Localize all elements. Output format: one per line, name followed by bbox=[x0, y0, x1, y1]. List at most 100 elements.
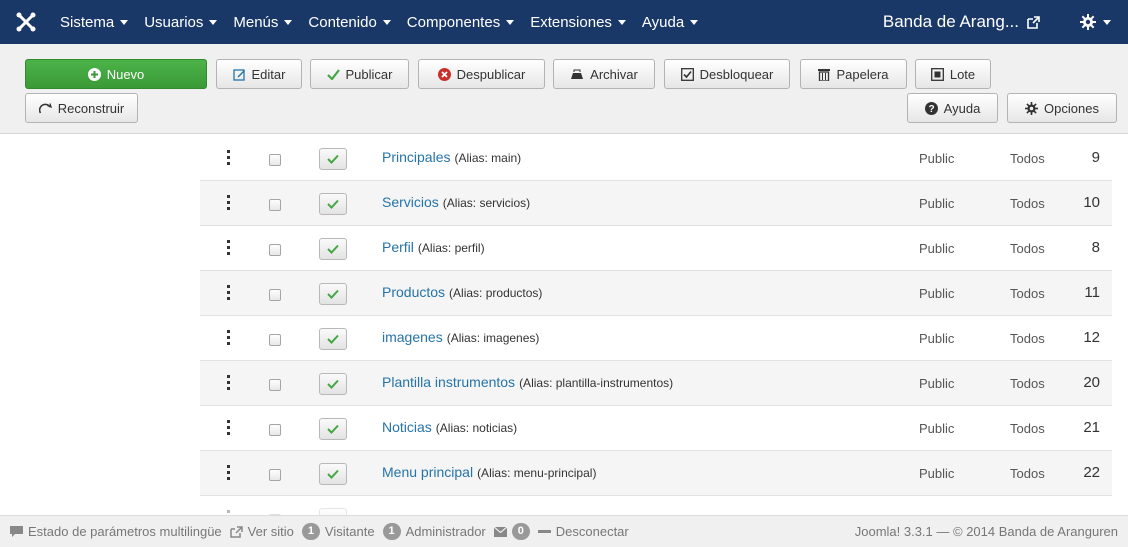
check-icon bbox=[327, 469, 339, 479]
external-link-icon bbox=[229, 525, 243, 538]
check-icon bbox=[327, 244, 339, 254]
publish-toggle[interactable] bbox=[319, 418, 347, 440]
editar-button[interactable]: Editar bbox=[216, 59, 302, 89]
menu-usuarios[interactable]: Usuarios bbox=[136, 14, 225, 31]
opciones-button[interactable]: Opciones bbox=[1007, 93, 1117, 123]
menu-title-link[interactable]: Perfil bbox=[382, 239, 414, 255]
publish-toggle[interactable] bbox=[319, 463, 347, 485]
drag-handle-icon[interactable] bbox=[227, 375, 231, 390]
site-link[interactable]: Banda de Arang... bbox=[883, 12, 1062, 32]
menu-id: 9 bbox=[1091, 149, 1100, 166]
menu-sistema[interactable]: Sistema bbox=[52, 14, 136, 31]
access-level: Public bbox=[919, 286, 955, 301]
language: Todos bbox=[1010, 196, 1045, 211]
access-level: Public bbox=[919, 241, 955, 256]
desbloquear-button[interactable]: Desbloquear bbox=[664, 59, 790, 89]
access-level: Public bbox=[919, 331, 955, 346]
menu-componentes[interactable]: Componentes bbox=[399, 14, 522, 31]
drag-handle-icon[interactable] bbox=[227, 285, 231, 300]
access-level: Public bbox=[919, 466, 955, 481]
main-menu: Sistema Usuarios Menús Contenido Compone… bbox=[52, 0, 706, 44]
toolbar: Nuevo Editar Publicar Despublicar Archiv… bbox=[0, 44, 1128, 134]
ayuda-button[interactable]: ? Ayuda bbox=[907, 93, 998, 123]
edit-icon bbox=[232, 68, 246, 81]
menu-id: 12 bbox=[1083, 329, 1100, 346]
menu-title: Servicios (Alias: servicios) bbox=[382, 194, 530, 210]
menu-ayuda[interactable]: Ayuda bbox=[634, 14, 706, 31]
user-settings-menu[interactable] bbox=[1062, 0, 1128, 44]
table-row: Servicios (Alias: servicios) Public Todos… bbox=[200, 181, 1112, 226]
publish-toggle[interactable] bbox=[319, 283, 347, 305]
drag-handle-icon[interactable] bbox=[227, 195, 231, 210]
logout-link[interactable]: Desconectar bbox=[537, 524, 629, 539]
publish-toggle[interactable] bbox=[319, 238, 347, 260]
menu-extensiones[interactable]: Extensiones bbox=[522, 14, 634, 31]
menu-title-link[interactable]: Productos bbox=[382, 284, 445, 300]
publish-toggle[interactable] bbox=[319, 373, 347, 395]
archivar-button[interactable]: Archivar bbox=[553, 59, 655, 89]
refresh-icon bbox=[38, 102, 52, 114]
row-checkbox[interactable] bbox=[269, 199, 281, 211]
publish-toggle[interactable] bbox=[319, 328, 347, 350]
menu-title-link[interactable]: Servicios bbox=[382, 194, 439, 210]
nav-right: Banda de Arang... bbox=[883, 0, 1128, 44]
menu-title-link[interactable]: Menu principal bbox=[382, 464, 473, 480]
menu-title-link[interactable]: imagenes bbox=[382, 329, 443, 345]
menu-title-link[interactable]: Noticias bbox=[382, 419, 432, 435]
row-checkbox[interactable] bbox=[269, 379, 281, 391]
visitor-count: 1 Visitante bbox=[301, 523, 375, 540]
caret-down-icon bbox=[284, 20, 293, 26]
despublicar-button[interactable]: Despublicar bbox=[418, 59, 545, 89]
papelera-button[interactable]: Papelera bbox=[800, 59, 907, 89]
row-checkbox[interactable] bbox=[269, 424, 281, 436]
row-checkbox[interactable] bbox=[269, 334, 281, 346]
external-link-icon bbox=[1027, 15, 1040, 29]
multilang-status[interactable]: Estado de parámetros multilingüe bbox=[10, 524, 222, 539]
menu-contenido[interactable]: Contenido bbox=[300, 14, 398, 31]
table-row: Menu principal (Alias: menu-principal) Pu… bbox=[200, 451, 1112, 496]
publish-toggle[interactable] bbox=[319, 148, 347, 170]
row-checkbox[interactable] bbox=[269, 289, 281, 301]
lote-button[interactable]: Lote bbox=[915, 59, 991, 89]
menu-title: Perfil (Alias: perfil) bbox=[382, 239, 485, 255]
caret-down-icon bbox=[1102, 19, 1111, 25]
drag-handle-icon[interactable] bbox=[227, 150, 231, 165]
menu-alias: (Alias: servicios) bbox=[442, 196, 531, 210]
table-row-partial bbox=[200, 496, 1112, 515]
drag-handle-icon[interactable] bbox=[227, 240, 231, 255]
drag-handle-icon[interactable] bbox=[227, 465, 231, 480]
svg-text:?: ? bbox=[928, 104, 934, 115]
check-icon bbox=[327, 154, 339, 164]
admin-badge: 1 bbox=[382, 523, 401, 540]
trash-icon bbox=[818, 68, 831, 81]
joomla-logo-icon[interactable] bbox=[0, 0, 52, 44]
menu-title: Productos (Alias: productos) bbox=[382, 284, 542, 300]
messages[interactable]: 0 bbox=[493, 523, 530, 540]
visitor-badge: 1 bbox=[301, 523, 320, 540]
table-row: imagenes (Alias: imagenes) Public Todos 1… bbox=[200, 316, 1112, 361]
menu-alias: (Alias: productos) bbox=[449, 286, 543, 300]
menu-title-link[interactable]: Principales bbox=[382, 149, 450, 165]
drag-handle-icon[interactable] bbox=[227, 330, 231, 345]
drag-handle-icon[interactable] bbox=[227, 420, 231, 435]
gear-icon bbox=[1079, 14, 1096, 30]
language: Todos bbox=[1010, 376, 1045, 391]
caret-down-icon bbox=[506, 20, 515, 26]
publicar-button[interactable]: Publicar bbox=[310, 59, 409, 89]
row-checkbox[interactable] bbox=[269, 154, 281, 166]
ver-sitio-link[interactable]: Ver sitio bbox=[229, 524, 294, 539]
copyright: Joomla! 3.3.1 — © 2014 Banda de Arangure… bbox=[854, 524, 1118, 539]
publish-toggle[interactable] bbox=[319, 193, 347, 215]
menu-menus[interactable]: Menús bbox=[225, 14, 300, 31]
caret-down-icon bbox=[382, 20, 391, 26]
nuevo-button[interactable]: Nuevo bbox=[25, 59, 207, 89]
top-navbar: Sistema Usuarios Menús Contenido Compone… bbox=[0, 0, 1128, 44]
menu-alias: (Alias: perfil) bbox=[417, 241, 485, 255]
row-checkbox[interactable] bbox=[269, 469, 281, 481]
language: Todos bbox=[1010, 466, 1045, 481]
menu-title-link[interactable]: Plantilla instrumentos bbox=[382, 374, 515, 390]
row-checkbox[interactable] bbox=[269, 244, 281, 256]
reconstruir-button[interactable]: Reconstruir bbox=[25, 93, 138, 123]
check-icon bbox=[326, 68, 340, 80]
check-icon bbox=[327, 334, 339, 344]
